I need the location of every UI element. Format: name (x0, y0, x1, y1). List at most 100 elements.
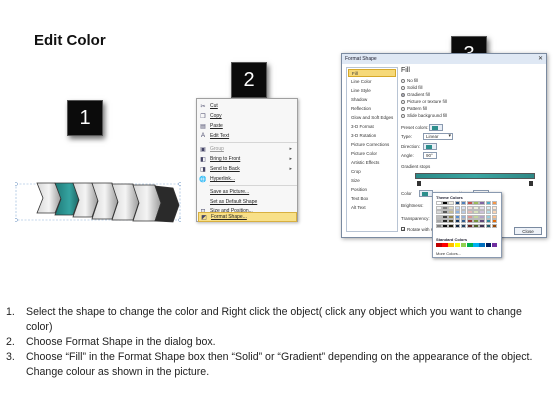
color-swatch[interactable] (485, 210, 492, 215)
color-button[interactable] (419, 189, 433, 197)
color-swatch[interactable] (485, 223, 492, 228)
color-swatch[interactable] (479, 214, 485, 219)
color-swatch[interactable] (436, 243, 442, 247)
color-swatch[interactable] (442, 205, 448, 210)
menu-item-copy[interactable]: ❐ Copy (198, 111, 297, 121)
preset-colors-button[interactable] (429, 123, 443, 131)
nav-item-fill[interactable]: Fill (348, 69, 396, 77)
color-swatch[interactable] (491, 219, 498, 224)
color-swatch[interactable] (436, 219, 442, 224)
gradient-stop-handle[interactable] (417, 181, 421, 186)
menu-item-cut[interactable]: ✂ Cut (198, 101, 297, 111)
nav-item-alt-text[interactable]: Alt Text (348, 204, 396, 212)
nav-item-picture-color[interactable]: Picture Color (348, 150, 396, 158)
color-swatch[interactable] (485, 205, 492, 210)
color-swatch[interactable] (448, 214, 454, 219)
color-swatch[interactable] (460, 201, 467, 205)
menu-item-save-as-picture[interactable]: Save as Picture... (198, 187, 297, 197)
type-dropdown[interactable]: Linear (423, 132, 453, 140)
menu-item-format-shape[interactable]: ◩ Format Shape... (198, 212, 297, 222)
color-swatch[interactable] (454, 201, 461, 205)
nav-item-artistic-effects[interactable]: Artistic Effects (348, 159, 396, 167)
color-swatch[interactable] (466, 243, 473, 247)
menu-item-hyperlink[interactable]: 🌐 Hyperlink... (198, 174, 297, 184)
color-swatch[interactable] (448, 243, 454, 247)
close-icon[interactable]: ✕ (538, 55, 543, 62)
color-swatch[interactable] (436, 205, 442, 210)
color-swatch[interactable] (479, 201, 485, 205)
radio-pattern-fill[interactable]: Pattern fill (401, 105, 427, 112)
color-swatch[interactable] (491, 214, 498, 219)
color-swatch[interactable] (466, 201, 473, 205)
color-swatch[interactable] (485, 214, 492, 219)
color-swatch[interactable] (491, 201, 498, 205)
gradient-stop-handle[interactable] (529, 181, 533, 186)
color-swatch[interactable] (485, 219, 492, 224)
color-swatch[interactable] (436, 223, 442, 228)
color-swatch[interactable] (473, 201, 479, 205)
color-swatch[interactable] (473, 219, 479, 224)
angle-stepper[interactable]: 90° (423, 151, 437, 159)
nav-item-crop[interactable]: Crop (348, 168, 396, 176)
color-swatch[interactable] (491, 205, 498, 210)
color-swatch[interactable] (460, 223, 467, 228)
color-swatch[interactable] (436, 210, 442, 215)
menu-item-edit-text[interactable]: A Edit Text (198, 131, 297, 141)
color-swatch[interactable] (442, 219, 448, 224)
color-swatch[interactable] (442, 243, 448, 247)
color-swatch[interactable] (436, 214, 442, 219)
menu-item-send-to-back[interactable]: ◨ Send to Back ▸ (198, 164, 297, 174)
close-button[interactable]: Close (514, 227, 542, 235)
color-swatch[interactable] (473, 243, 479, 247)
color-swatch[interactable] (491, 210, 498, 215)
color-swatch[interactable] (442, 214, 448, 219)
color-swatch[interactable] (473, 210, 479, 215)
color-swatch[interactable] (485, 243, 492, 247)
color-swatch[interactable] (454, 219, 461, 224)
color-swatch[interactable] (491, 243, 498, 247)
color-swatch[interactable] (454, 210, 461, 215)
color-swatch[interactable] (473, 223, 479, 228)
color-swatch[interactable] (466, 223, 473, 228)
color-swatch[interactable] (466, 219, 473, 224)
color-swatch[interactable] (442, 201, 448, 205)
gradient-stops-bar[interactable] (415, 173, 535, 179)
radio-no-fill[interactable]: No fill (401, 77, 418, 84)
menu-item-group[interactable]: ▣ Group ▸ (198, 144, 297, 154)
color-swatch[interactable] (479, 205, 485, 210)
nav-item-3d-format[interactable]: 3-D Format (348, 123, 396, 131)
color-swatch[interactable] (473, 214, 479, 219)
color-swatch[interactable] (448, 210, 454, 215)
nav-item-line-color[interactable]: Line Color (348, 78, 396, 86)
radio-picture-fill[interactable]: Picture or texture fill (401, 98, 447, 105)
color-swatch[interactable] (466, 214, 473, 219)
color-swatch[interactable] (485, 201, 492, 205)
radio-solid-fill[interactable]: Solid fill (401, 84, 423, 91)
color-swatch[interactable] (442, 223, 448, 228)
radio-gradient-fill[interactable]: Gradient fill (401, 91, 430, 98)
color-swatch[interactable] (491, 223, 498, 228)
color-swatch[interactable] (454, 223, 461, 228)
nav-item-reflection[interactable]: Reflection (348, 105, 396, 113)
nav-item-3d-rotation[interactable]: 3-D Rotation (348, 132, 396, 140)
color-swatch[interactable] (436, 201, 442, 205)
color-swatch[interactable] (479, 243, 485, 247)
color-swatch[interactable] (473, 205, 479, 210)
color-swatch[interactable] (454, 214, 461, 219)
direction-button[interactable] (423, 142, 437, 150)
color-swatch[interactable] (454, 243, 461, 247)
color-swatch[interactable] (479, 219, 485, 224)
color-swatch[interactable] (442, 210, 448, 215)
nav-item-glow[interactable]: Glow and Soft Edges (348, 114, 396, 122)
more-colors-link[interactable]: More Colors... (436, 251, 461, 256)
color-swatch[interactable] (460, 219, 467, 224)
color-swatch[interactable] (479, 210, 485, 215)
theme-colors-grid[interactable] (436, 201, 498, 228)
nav-item-position[interactable]: Position (348, 186, 396, 194)
radio-slide-bg-fill[interactable]: Slide background fill (401, 112, 447, 119)
color-swatch[interactable] (466, 205, 473, 210)
menu-item-paste[interactable]: ▤ Paste (198, 121, 297, 131)
color-swatch[interactable] (460, 210, 467, 215)
color-swatch[interactable] (460, 243, 467, 247)
menu-item-bring-to-front[interactable]: ◧ Bring to Front ▸ (198, 154, 297, 164)
